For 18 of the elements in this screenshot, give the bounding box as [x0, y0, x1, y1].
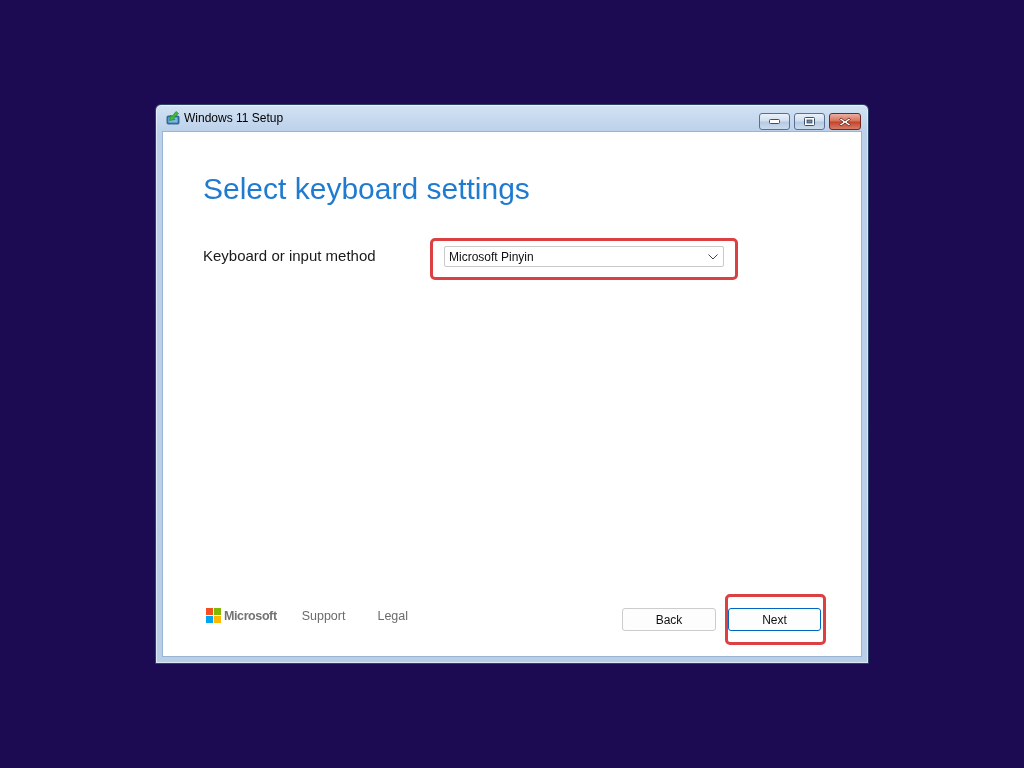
footer-link[interactable]: Legal [377, 608, 409, 623]
keyboard-dropdown[interactable]: Microsoft Pinyin [444, 246, 724, 267]
setup-button[interactable]: Next [728, 608, 821, 631]
close-button[interactable] [829, 113, 861, 130]
brand-name: Microsoft [224, 608, 277, 623]
minimize-button[interactable] [759, 113, 790, 130]
logo-icon [206, 608, 221, 623]
setup-button[interactable]: Back [622, 608, 716, 631]
maximize-button[interactable] [794, 113, 825, 130]
window-title: Windows 11 Setup [184, 110, 284, 125]
maximize-icon [804, 117, 815, 126]
setup-arrow-icon [166, 110, 180, 125]
field-label: Keyboard or input method [203, 246, 376, 264]
minimize-icon [769, 119, 780, 124]
footer-link[interactable]: Support [301, 608, 346, 623]
chevron-down-icon [708, 253, 718, 260]
close-icon [839, 116, 851, 127]
page-heading: Select keyboard settings [203, 171, 530, 207]
